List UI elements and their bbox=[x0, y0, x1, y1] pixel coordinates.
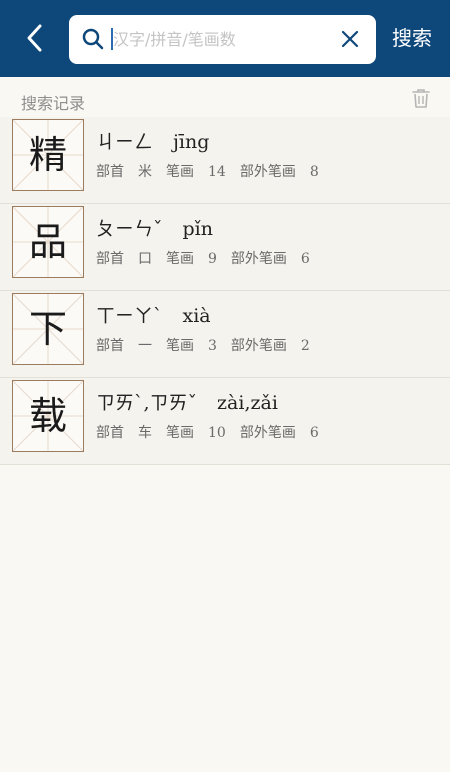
list-item[interactable]: 精 ㄐㄧㄥ jīng 部首米笔画 14 部外笔画 8 bbox=[0, 117, 450, 204]
character-box: 品 bbox=[12, 206, 84, 278]
zhuyin: ㄐㄧㄥ bbox=[96, 131, 154, 153]
radical-label: 部首 bbox=[96, 338, 124, 354]
character-info: 部首一笔画 3 部外笔画 2 bbox=[96, 335, 324, 355]
strokes: 3 bbox=[208, 338, 217, 354]
pronunciation: ㄆㄧㄣˇ pǐn bbox=[96, 214, 213, 241]
radical: 车 bbox=[138, 425, 152, 441]
character: 精 bbox=[28, 133, 67, 177]
list-item[interactable]: 品 ㄆㄧㄣˇ pǐn 部首口笔画 9 部外笔画 6 bbox=[0, 204, 450, 291]
back-icon[interactable] bbox=[20, 20, 52, 56]
character-box: 精 bbox=[12, 119, 84, 191]
character: 载 bbox=[28, 394, 67, 438]
extra-strokes-label: 部外笔画 bbox=[239, 164, 296, 180]
strokes-label: 笔画 bbox=[166, 251, 194, 267]
search-box[interactable] bbox=[69, 15, 376, 64]
pinyin: zài,zǎi bbox=[217, 392, 278, 414]
character-info: 部首口笔画 9 部外笔画 6 bbox=[96, 248, 324, 268]
strokes: 9 bbox=[208, 251, 217, 267]
history-list: 精 ㄐㄧㄥ jīng 部首米笔画 14 部外笔画 8 品 ㄆㄧㄣˇ pǐn 部首口笔画 9 部… bbox=[0, 117, 450, 465]
extra-strokes: 2 bbox=[300, 338, 310, 354]
zhuyin: ㄗㄞˋ,ㄗㄞˇ bbox=[96, 392, 198, 414]
trash-icon[interactable] bbox=[410, 87, 432, 109]
radical-label: 部首 bbox=[96, 164, 124, 180]
extra-strokes: 6 bbox=[300, 251, 310, 267]
search-input[interactable] bbox=[113, 15, 333, 64]
radical: 米 bbox=[138, 164, 152, 180]
pronunciation: ㄒㄧㄚˋ xià bbox=[96, 301, 211, 328]
strokes-label: 笔画 bbox=[166, 425, 194, 441]
list-item[interactable]: 下 ㄒㄧㄚˋ xià 部首一笔画 3 部外笔画 2 bbox=[0, 291, 450, 378]
history-title: 搜索记录 bbox=[21, 94, 86, 113]
character: 下 bbox=[28, 307, 67, 351]
character: 品 bbox=[28, 220, 67, 264]
search-icon bbox=[82, 28, 104, 50]
pronunciation: ㄐㄧㄥ jīng bbox=[96, 127, 209, 154]
strokes-label: 笔画 bbox=[166, 338, 194, 354]
list-item[interactable]: 载 ㄗㄞˋ,ㄗㄞˇ zài,zǎi 部首车笔画 10 部外笔画 6 bbox=[0, 378, 450, 465]
pinyin: jīng bbox=[173, 131, 210, 153]
zhuyin: ㄒㄧㄚˋ bbox=[96, 305, 163, 327]
pinyin: pǐn bbox=[182, 218, 213, 240]
character-info: 部首米笔画 14 部外笔画 8 bbox=[96, 161, 333, 181]
radical-label: 部首 bbox=[96, 251, 124, 267]
extra-strokes-label: 部外笔画 bbox=[230, 251, 287, 267]
strokes-label: 笔画 bbox=[166, 164, 194, 180]
character-info: 部首车笔画 10 部外笔画 6 bbox=[96, 422, 333, 442]
zhuyin: ㄆㄧㄣˇ bbox=[96, 218, 163, 240]
search-button[interactable]: 搜索 bbox=[392, 22, 432, 51]
character-box: 下 bbox=[12, 293, 84, 365]
character-box: 载 bbox=[12, 380, 84, 452]
pronunciation: ㄗㄞˋ,ㄗㄞˇ zài,zǎi bbox=[96, 388, 278, 415]
extra-strokes: 8 bbox=[309, 164, 319, 180]
strokes: 14 bbox=[208, 164, 226, 180]
strokes: 10 bbox=[208, 425, 226, 441]
close-icon[interactable] bbox=[340, 29, 360, 49]
top-bar: 搜索 bbox=[0, 0, 450, 77]
extra-strokes-label: 部外笔画 bbox=[239, 425, 296, 441]
pinyin: xià bbox=[182, 305, 211, 327]
radical: 一 bbox=[138, 338, 152, 354]
extra-strokes: 6 bbox=[309, 425, 319, 441]
radical: 口 bbox=[138, 251, 152, 267]
radical-label: 部首 bbox=[96, 425, 124, 441]
extra-strokes-label: 部外笔画 bbox=[230, 338, 287, 354]
